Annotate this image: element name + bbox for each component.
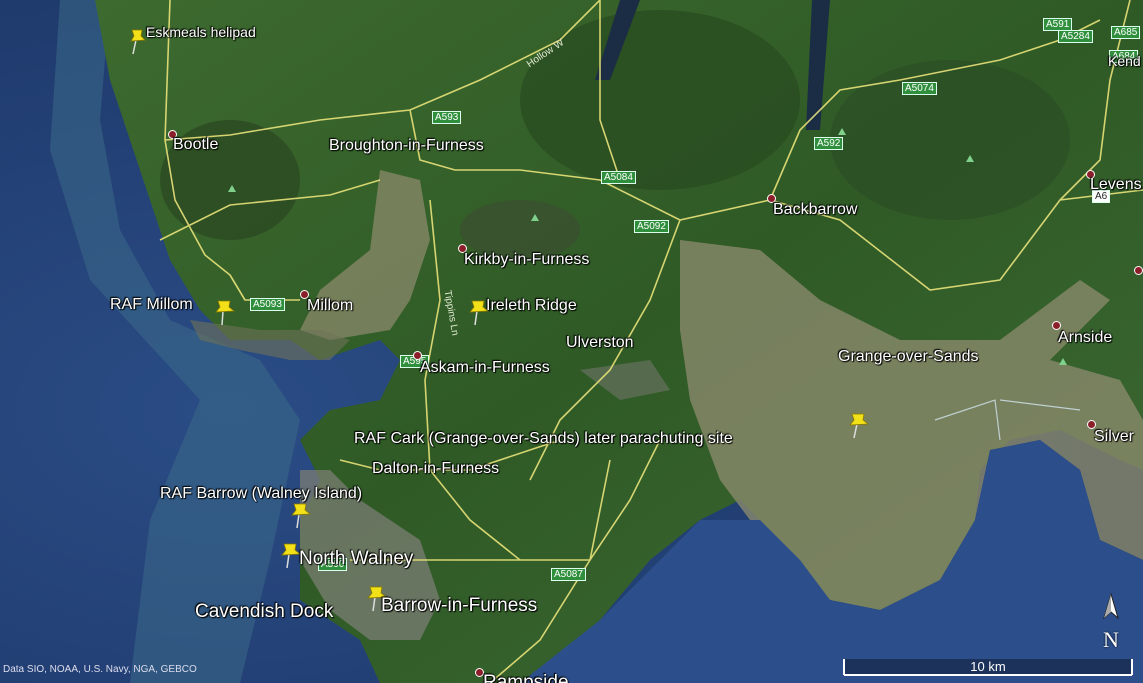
label-ireleth[interactable]: Ireleth Ridge	[486, 297, 577, 315]
label-roose[interactable]: Rampside	[483, 672, 569, 683]
peak-icon	[966, 155, 974, 162]
label-dalton[interactable]: Dalton-in-Furness	[372, 460, 499, 478]
label-millom[interactable]: Millom	[307, 297, 353, 315]
label-backbarrow[interactable]: Backbarrow	[773, 201, 857, 219]
label-bootle[interactable]: Bootle	[173, 136, 218, 154]
road-shield-a5087: A5087	[551, 568, 586, 581]
road-shield-a5093: A5093	[250, 298, 285, 311]
imagery-attribution: Data SIO, NOAA, U.S. Navy, NGA, GEBCO	[3, 664, 197, 675]
road-shield-a5092: A5092	[634, 220, 669, 233]
pushpin-icon-raf-millom[interactable]	[214, 297, 238, 327]
north-label: N	[1103, 627, 1119, 652]
road-shield-a5084: A5084	[601, 171, 636, 184]
north-arrow-icon	[1103, 592, 1119, 620]
label-broughton[interactable]: Broughton-in-Furness	[329, 137, 484, 155]
label-silverdale[interactable]: Silver	[1094, 428, 1134, 446]
road-shield-a5074: A5074	[902, 82, 937, 95]
pushpin-icon-raf-cark[interactable]	[848, 410, 872, 440]
label-barrow[interactable]: Barrow-in-Furness	[381, 595, 537, 617]
peak-icon	[531, 214, 539, 221]
label-raf-millom[interactable]: RAF Millom	[110, 296, 193, 314]
map-view[interactable]: Hollow W Tippins Ln A593 A5084 A5092 A59…	[0, 0, 1143, 683]
scale-label: 10 km	[970, 659, 1006, 674]
road-shield-a592: A592	[814, 137, 844, 150]
label-eskmeals-helipad[interactable]: Eskmeals helipad	[146, 24, 256, 40]
label-ulverston[interactable]: Ulverston	[566, 334, 634, 352]
label-kirkby[interactable]: Kirkby-in-Furness	[464, 251, 589, 269]
pushpin-icon-raf-barrow[interactable]	[290, 500, 314, 530]
label-levens[interactable]: Levens	[1090, 176, 1142, 194]
label-kendal[interactable]: Kend	[1108, 53, 1141, 69]
road-shield-a593: A593	[432, 111, 462, 124]
road-shield-a5284: A5284	[1058, 30, 1093, 43]
label-arnside[interactable]: Arnside	[1058, 329, 1112, 347]
road-shield-a685: A685	[1111, 26, 1141, 39]
peak-icon	[1059, 358, 1067, 365]
label-askam[interactable]: Askam-in-Furness	[420, 359, 550, 377]
label-cavendish-dock[interactable]: Cavendish Dock	[195, 601, 333, 623]
label-grange[interactable]: Grange-over-Sands	[838, 348, 979, 366]
peak-icon	[228, 185, 236, 192]
label-north-walney[interactable]: North Walney	[299, 548, 413, 570]
label-raf-barrow[interactable]: RAF Barrow (Walney Island)	[160, 485, 362, 503]
town-dot-east	[1134, 266, 1143, 275]
scale-bar: 10 km	[843, 657, 1133, 677]
label-raf-cark[interactable]: RAF Cark (Grange-over-Sands) later parac…	[354, 430, 733, 448]
peak-icon	[838, 128, 846, 135]
north-arrow[interactable]: N	[1096, 592, 1126, 652]
